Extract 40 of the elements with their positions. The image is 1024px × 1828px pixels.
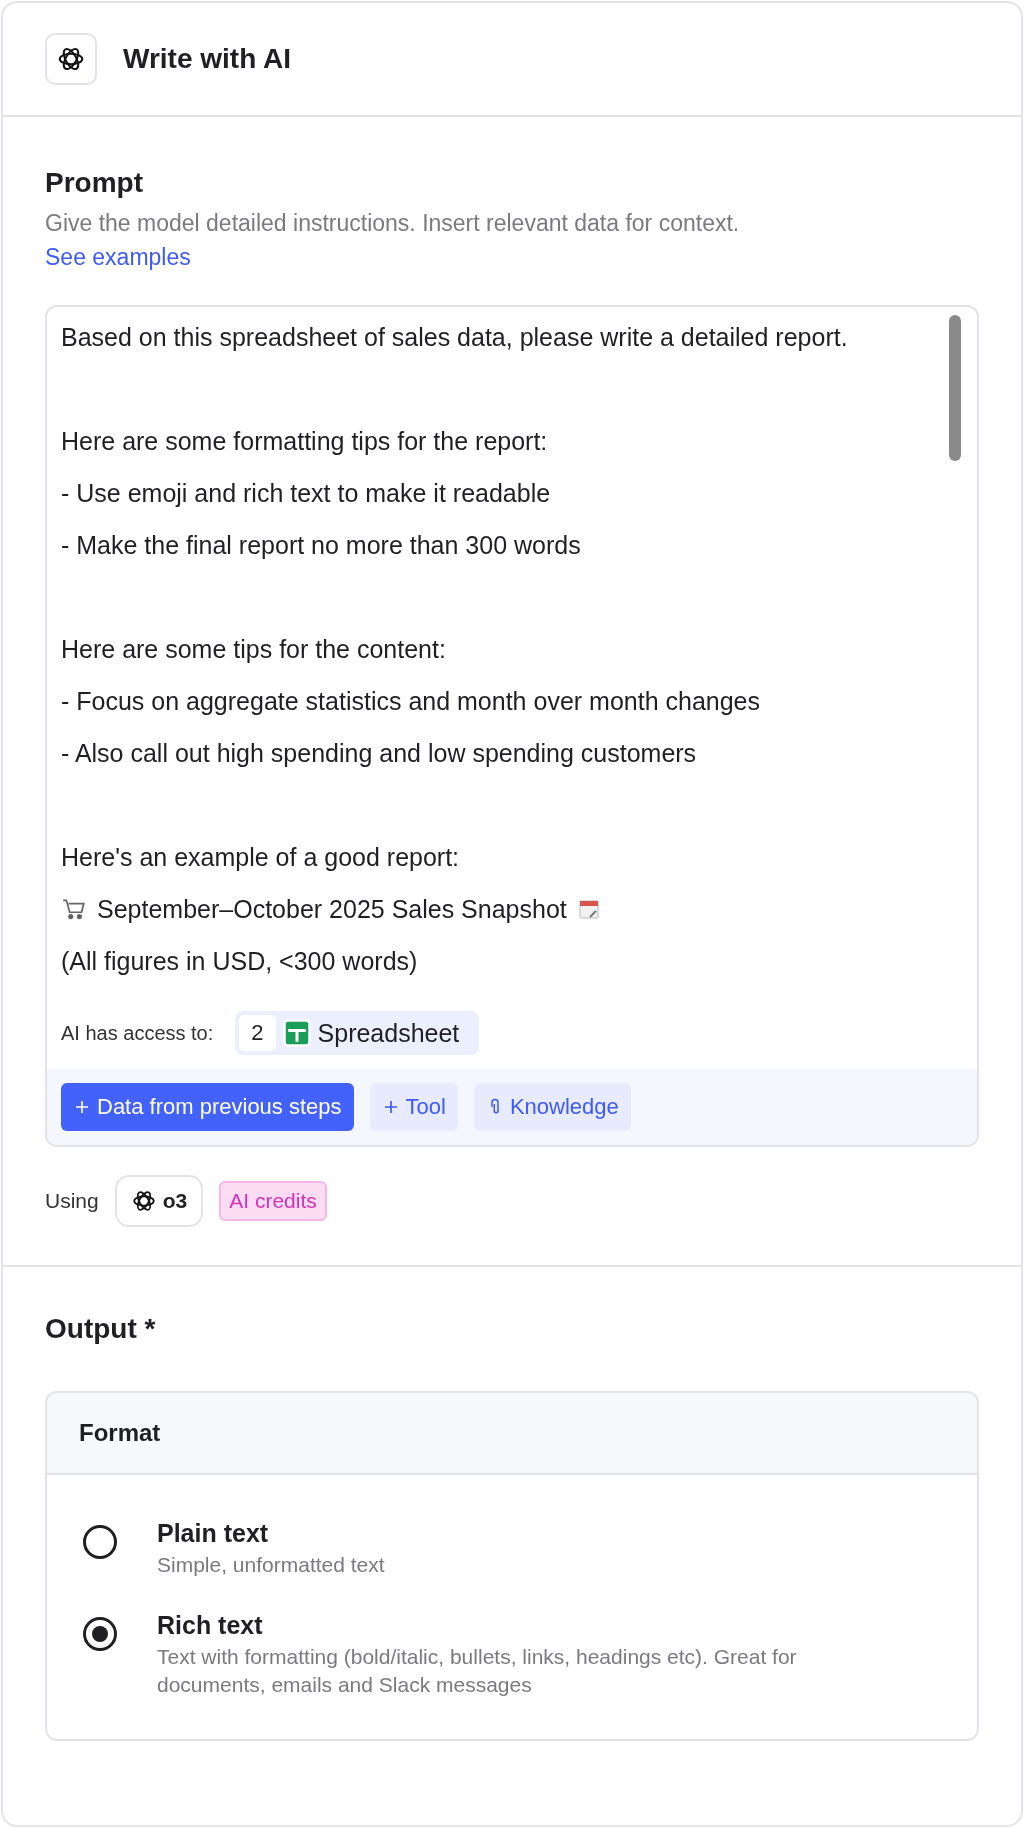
add-data-button[interactable]: Data from previous steps xyxy=(61,1083,354,1131)
step-number: 2 xyxy=(239,1015,276,1051)
chip-label: Spreadsheet xyxy=(317,1018,460,1048)
option-title: Plain text xyxy=(157,1518,270,1549)
section-heading: Output * xyxy=(45,1313,157,1345)
option-description: Simple, unformatted text xyxy=(157,1552,385,1578)
prompt-field[interactable] xyxy=(45,305,979,1147)
spreadsheet-icon xyxy=(281,1018,312,1048)
add-tool-button[interactable]: Tool xyxy=(369,1083,458,1131)
prompt-line: September–October 2025 Sales Snapshot xyxy=(97,894,567,925)
section-description: Give the model detailed instructions. Insert relevant data for context. xyxy=(45,209,741,238)
prompt-line: - Use emoji and rich text to make it readable xyxy=(61,478,551,509)
knowledge-button[interactable]: Knowledge xyxy=(473,1083,631,1131)
prompt-line: - Make the final report no more than 300 words xyxy=(61,530,581,561)
option-title: Rich text xyxy=(157,1610,264,1641)
ai-logo-icon xyxy=(130,1188,157,1214)
prompt-line: Here are some tips for the content: xyxy=(61,634,446,665)
prompt-line: Here's an example of a good report: xyxy=(61,842,460,873)
radio-button[interactable] xyxy=(83,1617,117,1651)
access-label: AI has access to: xyxy=(61,1021,214,1045)
plus-icon xyxy=(73,1098,91,1116)
option-description: Text with formatting (bold/italic, bullets, links, headings etc). Great for documents, emails and Slack messages xyxy=(157,1644,798,1698)
prompt-line: - Also call out high spending and low spending customers xyxy=(61,738,697,769)
spreadsheet-chip[interactable]: 2 Spreadsheet xyxy=(235,1011,480,1055)
cart-icon xyxy=(61,896,87,922)
prompt-line: Here are some formatting tips for the report: xyxy=(61,426,548,457)
ai-logo-icon xyxy=(45,33,97,85)
section-heading: Prompt xyxy=(45,167,144,199)
prompt-line: Based on this spreadsheet of sales data, please write a detailed report. xyxy=(61,322,848,353)
calendar-icon xyxy=(576,897,601,921)
see-examples-link[interactable]: See examples xyxy=(45,239,191,275)
format-header: Format xyxy=(47,1393,977,1475)
prompt-line: - Focus on aggregate statistics and month over month changes xyxy=(61,686,760,717)
window-title: Write with AI xyxy=(123,43,291,75)
radio-button[interactable] xyxy=(83,1525,117,1559)
prompt-line: (All figures in USD, <300 words) xyxy=(61,946,418,977)
model-selector[interactable]: o3 xyxy=(114,1175,204,1227)
model-label: Using xyxy=(45,1189,99,1213)
scrollbar-thumb[interactable] xyxy=(949,315,961,461)
credits-badge: AI credits xyxy=(219,1181,327,1221)
